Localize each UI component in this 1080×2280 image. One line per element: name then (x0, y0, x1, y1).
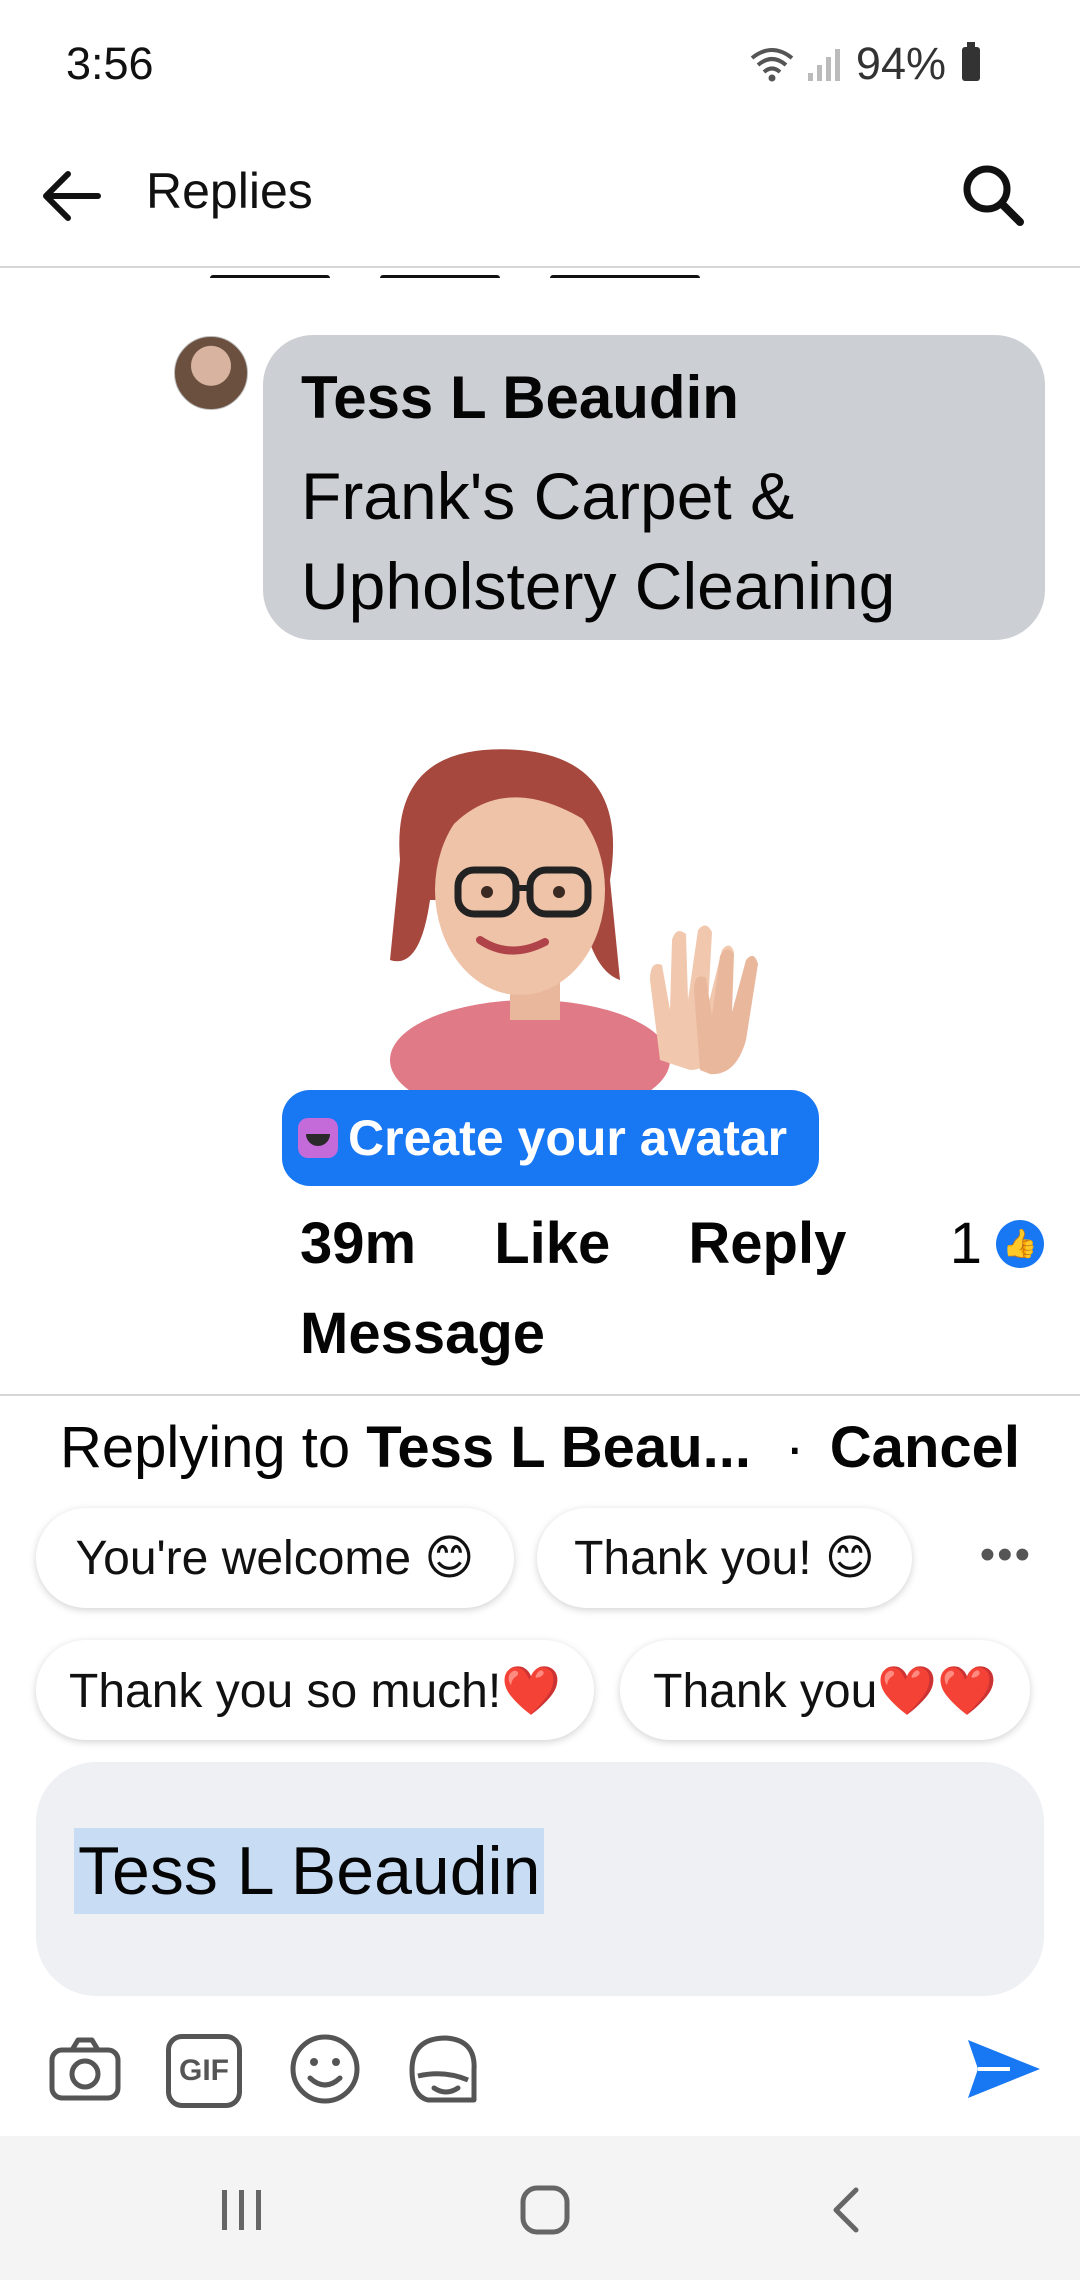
top-app-bar: Replies (0, 110, 1080, 268)
message-link[interactable]: Message (300, 1300, 545, 1367)
back-arrow-icon[interactable] (36, 160, 108, 232)
like-count: 1 (949, 1211, 982, 1276)
system-navigation-bar (0, 2136, 1080, 2280)
suggestion-chip[interactable]: Thank you❤️❤️ (620, 1640, 1030, 1740)
home-icon[interactable] (515, 2180, 575, 2240)
create-avatar-button[interactable]: Create your avatar (282, 1090, 819, 1186)
comment-input[interactable]: Tess L Beaudin (36, 1762, 1044, 1996)
status-time: 3:56 (66, 38, 154, 89)
comment-input-value[interactable]: Tess L Beaudin (74, 1828, 545, 1914)
wifi-icon (750, 48, 794, 82)
previous-comment-meta-clipped (210, 268, 760, 278)
comment-time: 39m (300, 1211, 417, 1276)
suggestion-chip[interactable]: Thank you! 😊 (537, 1508, 912, 1608)
suggestion-chip[interactable]: You're welcome 😊 (36, 1508, 514, 1608)
more-suggestions-icon[interactable]: ••• (980, 1530, 1032, 1580)
like-icon: 👍 (996, 1219, 1044, 1268)
status-indicators: 94% (748, 38, 980, 90)
replying-name: Tess L Beau... (366, 1415, 751, 1480)
replying-to: Replying to Tess L Beau... · (60, 1414, 804, 1481)
cancel-reply-button[interactable]: Cancel (830, 1414, 1020, 1481)
avatar[interactable] (174, 336, 248, 410)
avatar-sticker-icon (298, 1118, 338, 1158)
create-avatar-label: Create your avatar (348, 1110, 788, 1166)
gif-icon[interactable]: GIF (166, 2034, 242, 2108)
replying-prefix: Replying to (60, 1415, 351, 1480)
battery-icon (962, 42, 980, 81)
comment-author[interactable]: Tess L Beaudin (301, 363, 739, 432)
reaction-count[interactable]: 1 👍 (950, 1210, 1044, 1277)
emoji-icon[interactable] (286, 2030, 364, 2108)
search-icon[interactable] (958, 160, 1028, 230)
send-icon[interactable] (964, 2034, 1044, 2104)
page-title: Replies (146, 163, 313, 219)
avatar-sticker-image (390, 749, 758, 1090)
suggestion-chip[interactable]: Thank you so much!❤️ (36, 1640, 594, 1740)
comment-actions: 39m Like Reply (300, 1210, 908, 1277)
signal-icon (807, 49, 840, 81)
comment-bubble[interactable]: Tess L Beaudin Frank's Carpet & Upholste… (263, 335, 1045, 640)
camera-icon[interactable] (46, 2030, 124, 2108)
nav-back-icon[interactable] (818, 2180, 878, 2240)
comment-text: Frank's Carpet & Upholstery Cleaning (301, 459, 896, 623)
recents-icon[interactable] (212, 2180, 272, 2240)
composer-toolbar: GIF (46, 2030, 1046, 2120)
avatar-sticker-icon[interactable] (404, 2030, 482, 2108)
like-link[interactable]: Like (494, 1211, 610, 1276)
divider (0, 1394, 1080, 1396)
replying-separator: · (785, 1415, 805, 1480)
battery-percent: 94% (855, 38, 946, 89)
reply-link[interactable]: Reply (688, 1211, 846, 1276)
